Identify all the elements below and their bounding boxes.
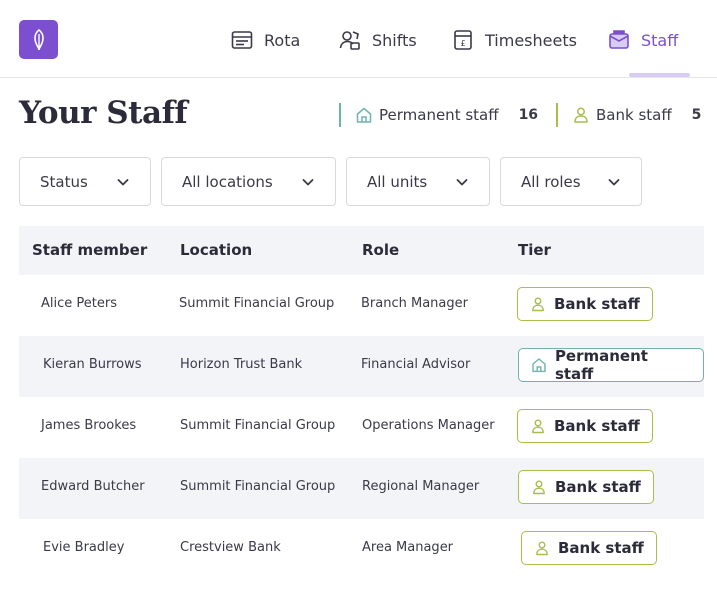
bank-accent-bar [556,103,558,127]
page-title: Your Staff [19,95,188,131]
status-filter-label: Status [40,172,88,191]
staff-name: Alice Peters [41,296,117,311]
staff-location: Horizon Trust Bank [180,357,303,372]
permanent-staff-count: Permanent staff 16 [339,103,538,127]
nav-shifts-label: Shifts [372,30,417,50]
permanent-accent-bar [339,103,341,127]
column-header-tier[interactable]: Tier [518,241,551,259]
bank-staff-label: Bank staff [596,106,672,124]
staff-role: Area Manager [362,540,454,555]
person-icon [536,541,548,556]
table-row[interactable]: James Brookes Summit Financial Group Ope… [19,397,704,458]
nav-rota-label: Rota [264,30,301,50]
nav-shifts[interactable]: Shifts [338,26,417,54]
column-header-location[interactable]: Location [180,241,252,259]
chevron-down-icon [608,178,620,185]
tier-badge: Bank staff [517,409,653,443]
top-nav: Rota Shifts £ Timesheets Staff [0,0,717,78]
active-tab-indicator [629,73,690,77]
nav-staff-label: Staff [641,30,679,50]
nav-rota[interactable]: Rota [230,26,300,54]
timesheets-icon: £ [454,30,472,50]
staff-role: Regional Manager [362,479,480,494]
person-icon [574,107,588,123]
tier-badge: Bank staff [517,287,653,321]
person-icon [532,419,544,434]
tier-badge-label: Permanent staff [554,347,648,383]
house-icon [356,107,372,123]
staff-icon [609,30,629,49]
staff-name: Edward Butcher [41,479,145,494]
status-filter[interactable]: Status [19,157,151,206]
table-row[interactable]: Evie Bradley Crestview Bank Area Manager… [19,519,704,580]
table-header: Staff member Location Role Tier [19,226,704,275]
chevron-down-icon [456,178,468,185]
person-icon [532,297,544,312]
table-row[interactable]: Edward Butcher Summit Financial Group Re… [19,458,704,519]
tier-badge: Bank staff [518,470,654,504]
locations-filter-label: All locations [182,172,273,191]
locations-filter[interactable]: All locations [161,157,336,206]
tier-badge-label: Bank staff [554,417,640,435]
tier-badge-label: Bank staff [554,295,640,313]
rota-icon [231,31,253,49]
chevron-down-icon [117,178,129,185]
shifts-icon [339,31,360,50]
units-filter[interactable]: All units [346,157,490,206]
nav-staff[interactable]: Staff [607,26,678,54]
column-header-role[interactable]: Role [362,241,399,259]
permanent-staff-label: Permanent staff [379,106,499,124]
permanent-staff-value: 16 [518,107,539,123]
staff-location: Summit Financial Group [179,296,335,311]
tier-badge-label: Bank staff [558,539,644,557]
nav-timesheets[interactable]: £ Timesheets [451,26,577,54]
roles-filter-label: All roles [521,172,581,191]
staff-location: Summit Financial Group [180,418,336,433]
house-icon [532,358,546,373]
tier-badge: Bank staff [521,531,657,565]
bank-staff-count: Bank staff 5 [556,103,701,127]
svg-text:£: £ [460,39,465,48]
roles-filter[interactable]: All roles [500,157,642,206]
staff-role: Financial Advisor [361,357,471,372]
nav-timesheets-label: Timesheets [485,30,577,50]
tier-badge: Permanent staff [518,347,704,383]
staff-role: Operations Manager [362,418,495,433]
chevron-down-icon [302,178,314,185]
tier-badge-label: Bank staff [555,478,641,496]
column-header-staff-member[interactable]: Staff member [32,241,147,259]
app-logo[interactable] [19,20,58,59]
staff-role: Branch Manager [361,296,468,311]
table-row[interactable]: Alice Peters Summit Financial Group Bran… [19,275,704,336]
staff-name: Evie Bradley [43,540,125,555]
units-filter-label: All units [367,172,428,191]
staff-name: James Brookes [41,418,137,433]
table-row[interactable]: Kieran Burrows Horizon Trust Bank Financ… [19,336,704,397]
bank-staff-value: 5 [691,107,702,123]
staff-location: Crestview Bank [180,540,281,555]
staff-location: Summit Financial Group [180,479,336,494]
staff-name: Kieran Burrows [43,357,142,372]
person-icon [533,480,545,495]
feather-icon [33,28,44,50]
